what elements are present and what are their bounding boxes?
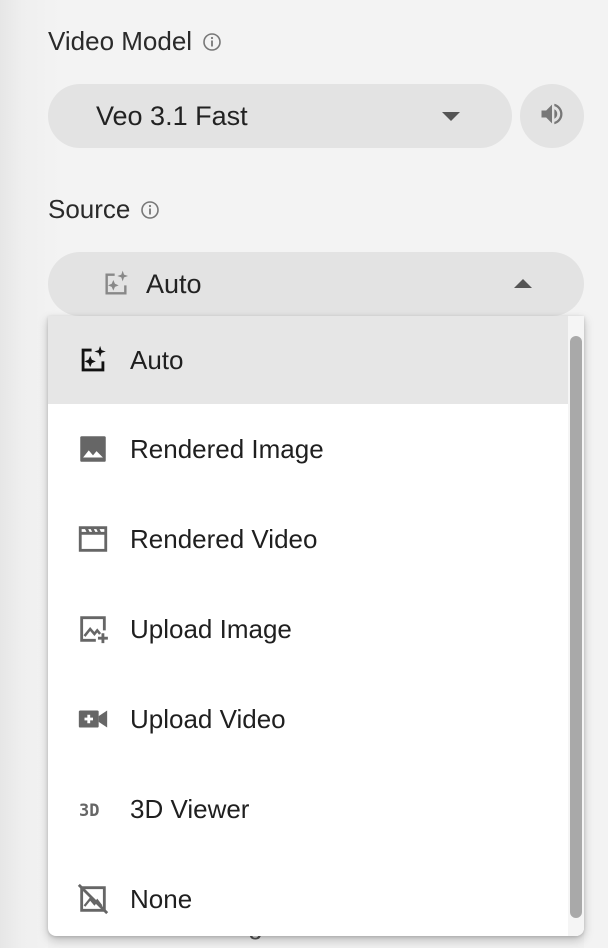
video-model-select[interactable]: Veo 3.1 Fast (48, 84, 512, 148)
video-model-selected-value: Veo 3.1 Fast (96, 100, 248, 131)
source-selected-value: Auto (146, 268, 202, 299)
video-call-icon (76, 702, 110, 736)
info-icon[interactable] (202, 32, 222, 52)
source-label: Source (48, 194, 160, 225)
menu-item-label: Upload Image (130, 613, 292, 644)
scrollbar-track[interactable] (568, 316, 584, 936)
source-option-rendered-image[interactable]: Rendered Image (48, 405, 568, 493)
video-model-label: Video Model (48, 26, 222, 57)
3d-icon: 3D (76, 792, 110, 826)
source-option-3d-viewer[interactable]: 3D 3D Viewer (48, 765, 568, 853)
source-option-rendered-video[interactable]: Rendered Video (48, 495, 568, 583)
image-icon (76, 432, 110, 466)
no-image-icon (76, 882, 110, 916)
audio-toggle-button[interactable] (520, 84, 584, 148)
menu-item-label: Rendered Image (130, 433, 324, 464)
auto-sparkle-icon (100, 268, 132, 300)
menu-item-label: Upload Video (130, 703, 286, 734)
menu-item-label: Rendered Video (130, 523, 318, 554)
video-model-label-text: Video Model (48, 26, 193, 56)
volume-icon (538, 100, 566, 133)
add-photo-icon (76, 612, 110, 646)
source-option-auto[interactable]: Auto (48, 316, 568, 404)
source-option-upload-image[interactable]: Upload Image (48, 585, 568, 673)
menu-item-label: Auto (130, 344, 184, 375)
info-icon[interactable] (140, 200, 160, 220)
menu-item-label: None (130, 883, 193, 914)
chevron-down-icon (442, 112, 460, 121)
menu-item-label: 3D Viewer (130, 793, 250, 824)
svg-text:3D: 3D (79, 801, 99, 821)
chevron-up-icon (514, 279, 532, 288)
source-select[interactable]: Auto (48, 252, 584, 316)
scrollbar-thumb[interactable] (570, 336, 582, 918)
source-option-none[interactable]: None (48, 855, 568, 936)
source-label-text: Source (48, 194, 131, 224)
source-option-upload-video[interactable]: Upload Video (48, 675, 568, 763)
source-dropdown-menu[interactable]: Auto Rendered Image Rendered Video Uploa… (48, 316, 584, 936)
movie-icon (76, 522, 110, 556)
auto-sparkle-icon (76, 343, 110, 377)
